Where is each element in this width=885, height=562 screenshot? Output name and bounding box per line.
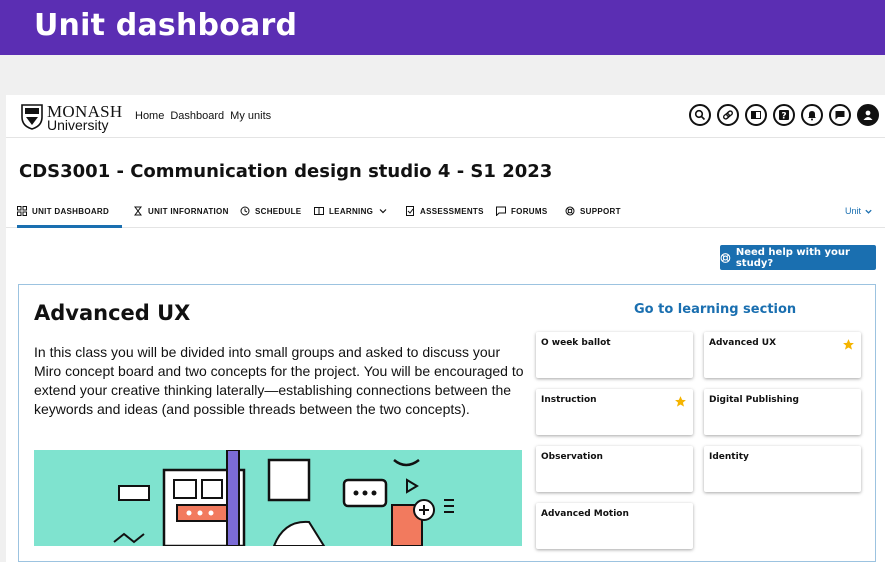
help-study-label: Need help with your study? [735, 246, 850, 269]
active-tab-indicator [17, 225, 122, 228]
tab-learning[interactable]: LEARNING [314, 206, 388, 216]
unit-tabs: UNIT DASHBOARD UNIT INFORNATION SCHEDULE… [6, 198, 885, 228]
unit-page: MONASH University Home Dashboard My unit… [6, 95, 885, 562]
learning-tile-digital-publishing[interactable]: Digital Publishing [704, 389, 861, 435]
card-description: In this class you will be divided into s… [34, 344, 524, 417]
banner-title: Unit dashboard [34, 8, 298, 43]
tile-label: Digital Publishing [709, 395, 799, 405]
tab-label: SUPPORT [580, 206, 621, 216]
learning-tile-advanced-motion[interactable]: Advanced Motion [536, 503, 693, 549]
tab-label: FORUMS [511, 206, 548, 216]
top-navigation: MONASH University Home Dashboard My unit… [6, 95, 885, 138]
bell-icon[interactable] [801, 104, 823, 126]
chevron-down-icon [865, 209, 872, 214]
nav-link-dashboard[interactable]: Dashboard [170, 110, 224, 122]
book-icon [314, 207, 324, 215]
logo-text-university: University [47, 117, 109, 133]
learning-tile-instruction[interactable]: Instruction [536, 389, 693, 435]
unit-title: CDS3001 - Communication design studio 4 … [19, 161, 553, 182]
tab-label: UNIT DASHBOARD [32, 206, 110, 216]
go-to-learning-link[interactable]: Go to learning section [634, 302, 796, 317]
card-title: Advanced UX [34, 301, 191, 325]
learning-card: Advanced UX In this class you will be di… [18, 284, 876, 562]
tile-label: O week ballot [541, 338, 611, 348]
tile-label: Advanced UX [709, 338, 777, 348]
chevron-down-icon [379, 209, 387, 214]
nav-link-my-units[interactable]: My units [230, 110, 271, 122]
crest-icon [21, 104, 43, 130]
tab-schedule[interactable]: SCHEDULE [240, 206, 301, 216]
unit-menu-dropdown[interactable]: Unit [845, 206, 873, 216]
user-icon[interactable] [857, 104, 879, 126]
tab-assessments[interactable]: ASSESSMENTS [405, 206, 484, 216]
class-illustration [34, 450, 522, 546]
top-icon-bar: ? [689, 104, 879, 126]
link-icon[interactable] [717, 104, 739, 126]
tab-forums[interactable]: FORUMS [496, 206, 547, 216]
lifebuoy-icon [720, 252, 731, 263]
chat-icon[interactable] [829, 104, 851, 126]
search-icon[interactable] [689, 104, 711, 126]
help-study-button[interactable]: Need help with your study? [720, 245, 876, 270]
monash-logo[interactable]: MONASH University [21, 102, 122, 133]
tab-label: ASSESSMENTS [420, 206, 484, 216]
tab-label: UNIT INFORNATION [148, 206, 229, 216]
star-icon[interactable] [674, 395, 687, 408]
tile-label: Observation [541, 452, 603, 462]
tab-unit-dashboard[interactable]: UNIT DASHBOARD [17, 206, 109, 216]
tab-support[interactable]: SUPPORT [565, 206, 621, 216]
learning-tile-observation[interactable]: Observation [536, 446, 693, 492]
hourglass-icon [134, 206, 142, 216]
forum-icon [496, 206, 506, 216]
tab-unit-information[interactable]: UNIT INFORNATION [133, 206, 229, 216]
learning-tile-advanced-ux[interactable]: Advanced UX [704, 332, 861, 378]
help-icon[interactable]: ? [773, 104, 795, 126]
svg-text:?: ? [781, 112, 786, 122]
nav-link-home[interactable]: Home [135, 110, 164, 122]
header-banner: Unit dashboard [0, 0, 885, 55]
clock-icon [240, 206, 250, 216]
topnav-links: Home Dashboard My units [135, 110, 271, 122]
unit-menu-label: Unit [844, 206, 861, 216]
tab-label: SCHEDULE [255, 206, 302, 216]
illustration-artwork [113, 450, 454, 546]
tile-label: Identity [709, 452, 749, 462]
lifebuoy-icon [565, 206, 575, 216]
assessment-icon [406, 206, 414, 216]
star-icon[interactable] [842, 338, 855, 351]
tile-label: Advanced Motion [541, 509, 629, 519]
tab-label: LEARNING [329, 206, 374, 216]
learning-tile-identity[interactable]: Identity [704, 446, 861, 492]
tile-label: Instruction [541, 395, 597, 405]
learning-tile-o-week-ballot[interactable]: O week ballot [536, 332, 693, 378]
book-icon[interactable] [745, 104, 767, 126]
grid-icon [17, 206, 27, 216]
